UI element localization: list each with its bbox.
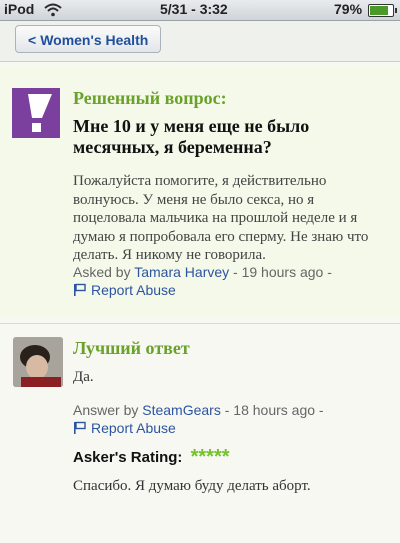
- battery-level: [370, 6, 388, 15]
- yahoo-answers-logo-icon: [12, 88, 60, 138]
- report-abuse-label: Report Abuse: [91, 420, 176, 436]
- avatar-image: [13, 337, 63, 387]
- flag-icon: [74, 421, 86, 434]
- battery-icon: [368, 4, 397, 17]
- report-abuse-label: Report Abuse: [91, 282, 176, 298]
- back-button[interactable]: < Women's Health: [15, 25, 162, 53]
- answer-time: - 18 hours ago -: [224, 402, 324, 418]
- status-bar: iPod 5/31 - 3:32 79%: [0, 0, 400, 21]
- question-card: Решенный вопрос: Мне 10 и у меня еще не …: [0, 66, 400, 318]
- asked-time: - 19 hours ago -: [233, 264, 332, 280]
- asker-link[interactable]: Tamara Harvey: [134, 264, 229, 280]
- clock-time: 5/31 - 3:32: [160, 1, 228, 17]
- battery-percent: 79%: [334, 1, 363, 17]
- question-meta: Asked by Tamara Harvey - 19 hours ago -: [73, 264, 332, 280]
- flag-icon: [74, 283, 86, 296]
- question-report-abuse-link[interactable]: Report Abuse: [73, 282, 176, 298]
- question-status: Решенный вопрос:: [73, 88, 227, 108]
- wifi-icon: [44, 3, 62, 17]
- asker-comment: Спасибо. Я думаю буду делать аборт.: [73, 478, 311, 494]
- navigation-bar: < Women's Health: [0, 21, 400, 62]
- question-body: Пожалуйста помогите, я действительно вол…: [73, 173, 369, 263]
- rating-stars-icon: *****: [190, 446, 230, 468]
- answer-by-label: Answer by: [73, 402, 139, 418]
- answer-meta: Answer by SteamGears - 18 hours ago -: [73, 402, 324, 418]
- asked-by-label: Asked by: [73, 264, 131, 280]
- back-button-label: Women's Health: [40, 32, 149, 48]
- answer-report-abuse-link[interactable]: Report Abuse: [73, 420, 176, 436]
- answerer-avatar[interactable]: [13, 337, 63, 387]
- device-name: iPod: [4, 1, 35, 17]
- answerer-link[interactable]: SteamGears: [142, 402, 221, 418]
- asker-rating: Asker's Rating: *****: [73, 446, 230, 469]
- best-answer-heading: Лучший ответ: [73, 338, 190, 358]
- section-divider: [0, 323, 400, 324]
- question-title: Мне 10 и у меня еще не было месячных, я …: [73, 116, 310, 157]
- chevron-left-icon: <: [28, 32, 37, 48]
- rating-label: Asker's Rating:: [73, 449, 183, 466]
- best-answer-text: Да.: [73, 369, 94, 385]
